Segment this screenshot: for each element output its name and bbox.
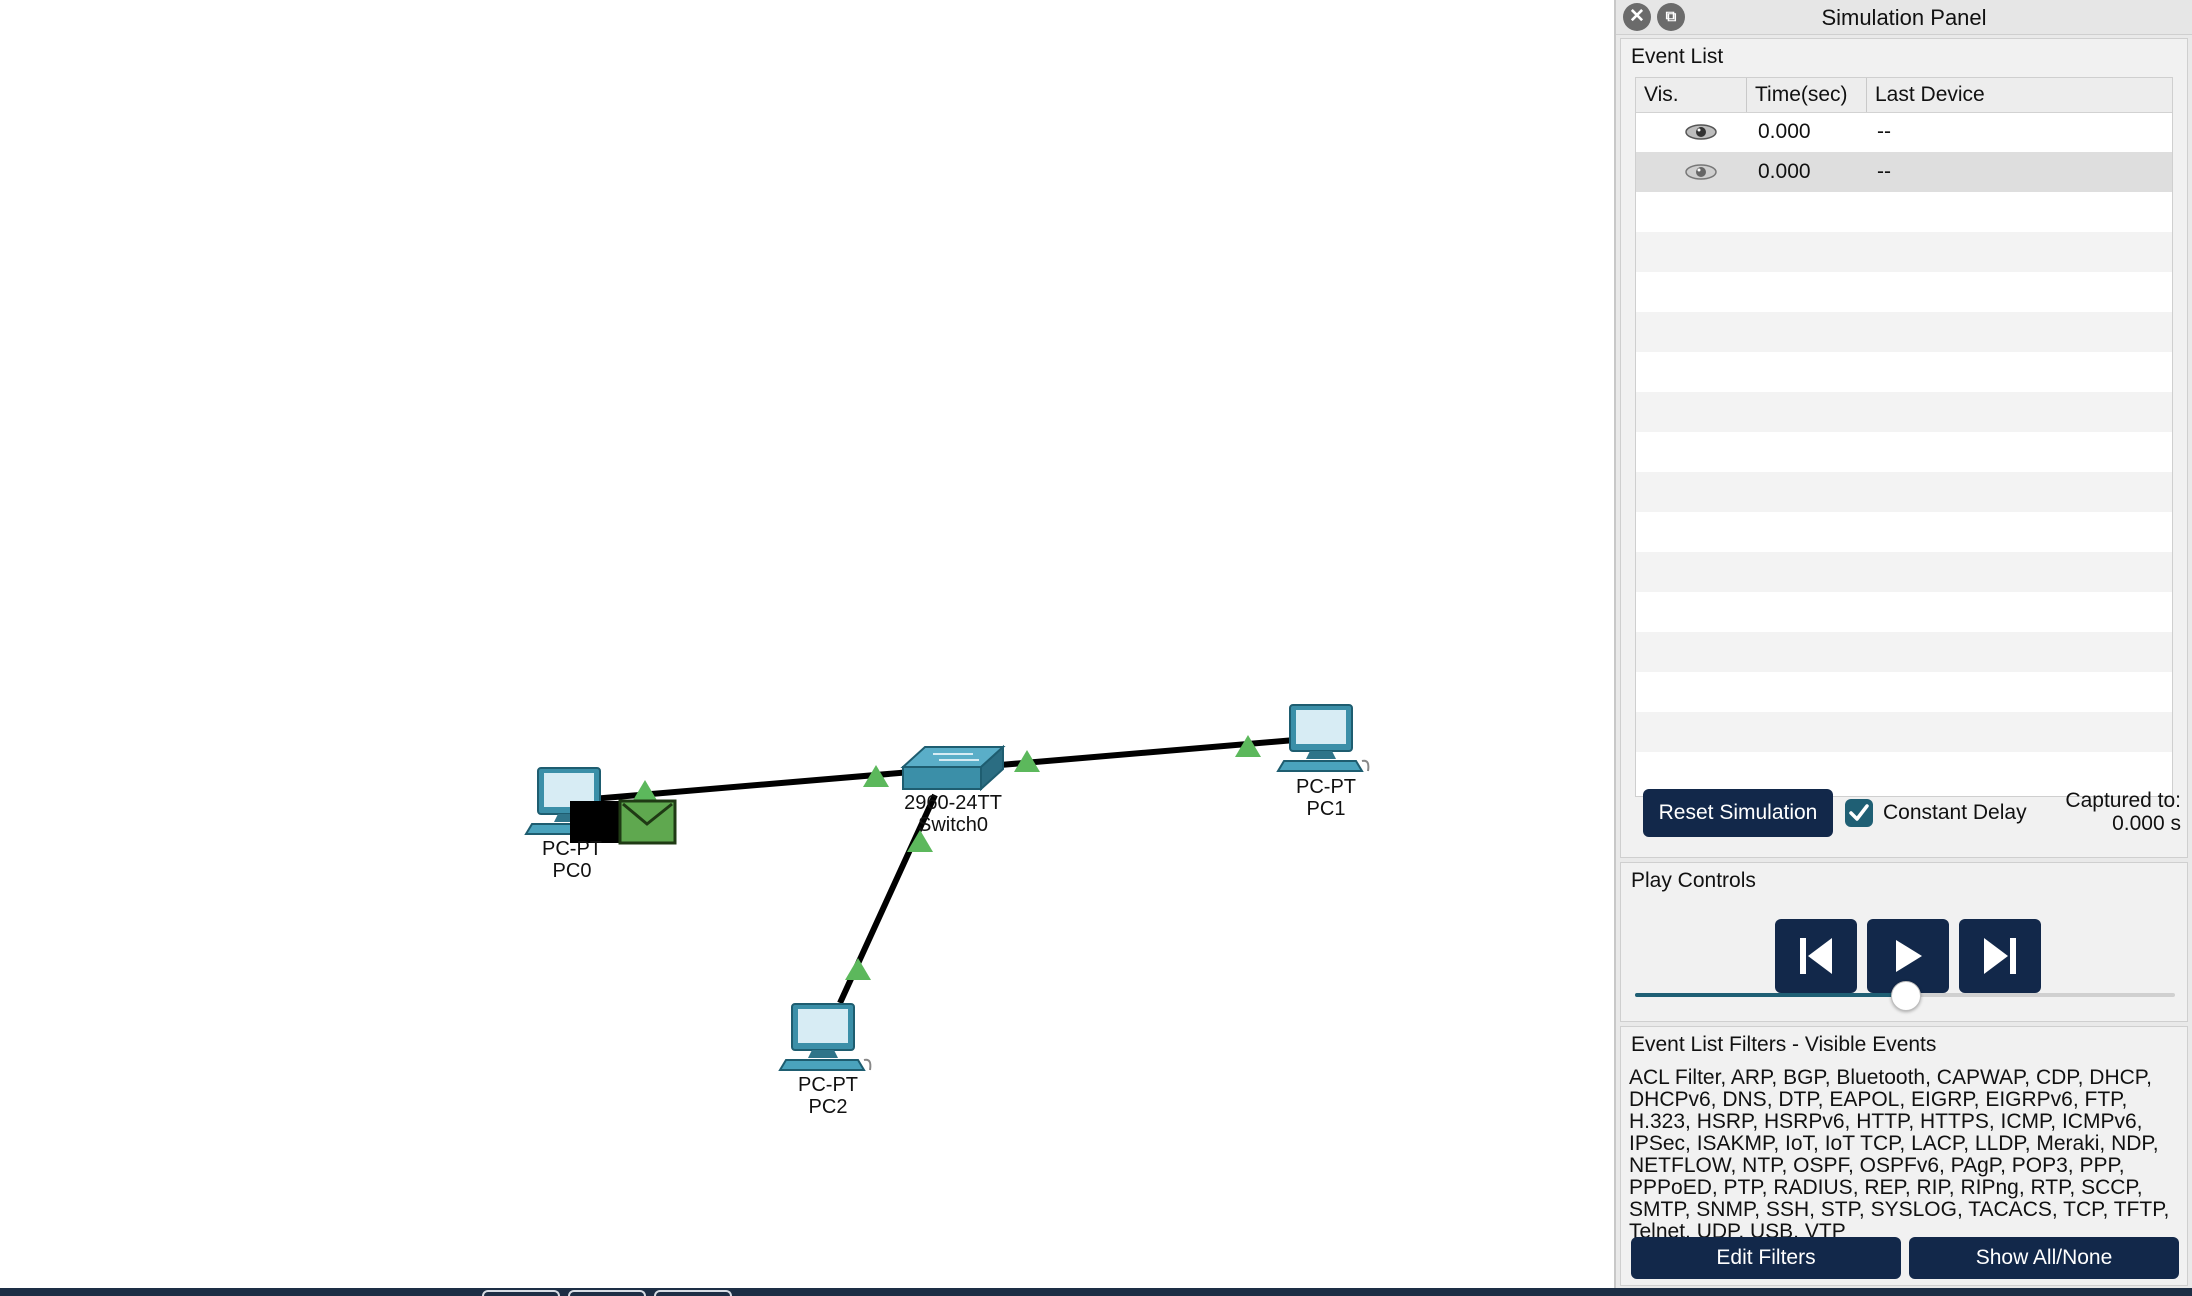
play-speed-slider[interactable] [1635, 981, 2175, 1011]
bottom-toolbar [0, 1288, 2192, 1296]
play-icon [1896, 940, 1922, 972]
play-controls-section: Play Controls [1620, 862, 2188, 1022]
play-controls-title: Play Controls [1631, 869, 1756, 892]
panel-title: Simulation Panel [1821, 5, 1987, 30]
event-row[interactable]: 0.000 -- [1636, 112, 2172, 152]
empty-row [1636, 552, 2172, 592]
captured-info: Captured to: 0.000 s [2041, 789, 2181, 835]
empty-row [1636, 752, 2172, 792]
pc0-type: PC-PT [542, 838, 602, 860]
event-filters-section: Event List Filters - Visible Events ACL … [1620, 1026, 2188, 1286]
switch0-type: 2960-24TT [904, 792, 1002, 814]
checkmark-icon [1849, 804, 1869, 821]
event-filters-title: Event List Filters - Visible Events [1631, 1033, 1937, 1056]
pc2-type: PC-PT [798, 1074, 858, 1096]
empty-row [1636, 392, 2172, 432]
empty-row [1636, 672, 2172, 712]
empty-row [1636, 352, 2172, 392]
topology-workspace[interactable]: PC-PT PC0 PC-PT PC1 PC-PT PC2 2960-24TT … [0, 0, 1614, 1288]
link-up-indicator [845, 958, 871, 980]
event-last-device: -- [1877, 160, 1891, 183]
simulation-panel: ✕ ⧉ Simulation Panel Event List Vis. Tim… [1614, 0, 2192, 1288]
back-button[interactable] [1775, 919, 1857, 993]
pc2-icon[interactable] [779, 1003, 872, 1071]
panel-titlebar: ✕ ⧉ Simulation Panel [1616, 0, 2192, 35]
edit-filters-button[interactable]: Edit Filters [1631, 1237, 1901, 1279]
event-time: 0.000 [1758, 160, 1811, 183]
skip-forward-icon [1984, 938, 2016, 974]
event-list-title: Event List [1631, 45, 1724, 68]
capture-forward-button[interactable] [1959, 919, 2041, 993]
pc1-label: PC-PT PC1 [1282, 776, 1370, 820]
bottom-tab[interactable] [482, 1290, 560, 1296]
column-header-vis[interactable]: Vis. [1636, 78, 1746, 112]
captured-value: 0.000 s [2112, 812, 2181, 835]
bottom-tab[interactable] [568, 1290, 646, 1296]
pc0-label: PC-PT PC0 [528, 838, 616, 882]
slider-handle[interactable] [1891, 981, 1921, 1011]
constant-delay-label: Constant Delay [1883, 801, 2027, 824]
pc2-label: PC-PT PC2 [784, 1074, 872, 1118]
empty-row [1636, 512, 2172, 552]
empty-row [1636, 192, 2172, 232]
empty-row [1636, 272, 2172, 312]
column-header-time[interactable]: Time(sec) [1746, 78, 1866, 112]
event-list-header: Vis. Time(sec) Last Device [1636, 78, 2172, 113]
pc1-type: PC-PT [1296, 776, 1356, 798]
reset-simulation-button[interactable]: Reset Simulation [1643, 789, 1833, 837]
show-all-none-button[interactable]: Show All/None [1909, 1237, 2179, 1279]
pc0-name: PC0 [552, 860, 592, 882]
event-list-section: Event List Vis. Time(sec) Last Device 0.… [1620, 38, 2188, 858]
captured-label: Captured to: [2065, 789, 2181, 812]
empty-row [1636, 712, 2172, 752]
empty-row [1636, 432, 2172, 472]
visible-events-list: ACL Filter, ARP, BGP, Bluetooth, CAPWAP,… [1629, 1066, 2170, 1243]
empty-row [1636, 232, 2172, 272]
empty-row [1636, 592, 2172, 632]
pc1-icon[interactable] [1277, 704, 1370, 772]
switch0-name: Switch0 [917, 814, 989, 836]
event-time: 0.000 [1758, 120, 1811, 143]
event-last-device: -- [1877, 120, 1891, 143]
switch0-icon[interactable] [900, 744, 1006, 792]
pdu-envelope-icon[interactable] [570, 799, 677, 845]
event-list-table[interactable]: Vis. Time(sec) Last Device 0.000 -- 0.00… [1635, 77, 2173, 797]
empty-row [1636, 472, 2172, 512]
slider-fill [1635, 993, 1905, 997]
pc1-name: PC1 [1306, 798, 1346, 820]
column-header-last-device[interactable]: Last Device [1866, 78, 2166, 112]
empty-row [1636, 632, 2172, 672]
eye-icon[interactable] [1684, 163, 1718, 181]
empty-row [1636, 312, 2172, 352]
bottom-tab[interactable] [654, 1290, 732, 1296]
pc2-name: PC2 [808, 1096, 848, 1118]
event-rows: 0.000 -- 0.000 -- [1636, 112, 2172, 792]
constant-delay-checkbox[interactable] [1845, 799, 1873, 827]
skip-back-icon [1800, 938, 1832, 974]
eye-icon[interactable] [1684, 123, 1718, 141]
switch0-label: 2960-24TT Switch0 [893, 792, 1013, 836]
event-row[interactable]: 0.000 -- [1636, 152, 2172, 192]
